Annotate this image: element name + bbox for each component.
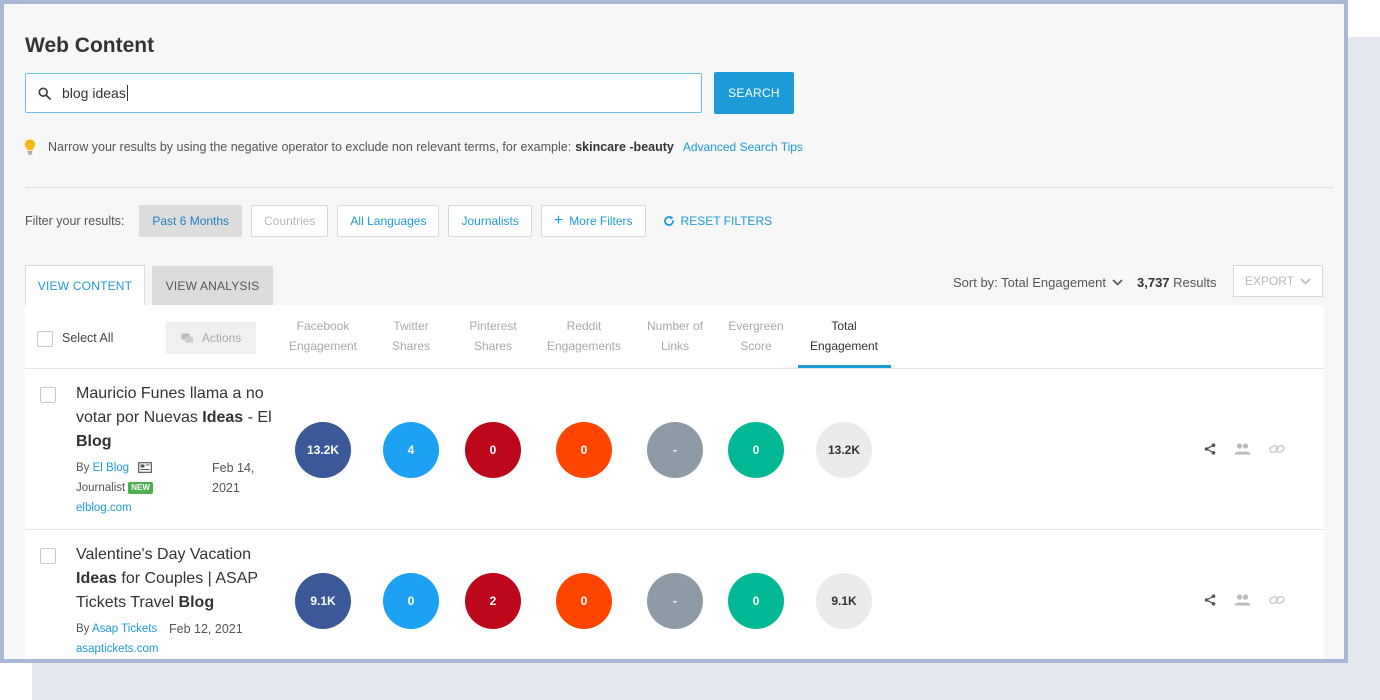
publish-date: Feb 14, 2021 xyxy=(212,461,255,495)
advanced-search-tips-link[interactable]: Advanced Search Tips xyxy=(683,140,803,154)
evergreen-score-value: 0 xyxy=(728,422,784,478)
sort-dropdown[interactable]: Sort by: Total Engagement xyxy=(953,275,1123,290)
row-actions xyxy=(1204,443,1303,455)
search-button[interactable]: SEARCH xyxy=(714,72,794,114)
total-engagement-value: 9.1K xyxy=(816,573,872,629)
column-number-of-links[interactable]: Number of Links xyxy=(631,316,719,356)
search-input-value[interactable]: blog ideas xyxy=(62,85,126,101)
actions-label: Actions xyxy=(201,331,242,345)
more-filters-button[interactable]: + More Filters xyxy=(540,205,646,237)
tip-text: Narrow your results by using the negativ… xyxy=(48,140,572,154)
author-type: Journalist xyxy=(76,482,126,494)
column-twitter-shares[interactable]: Twitter Shares xyxy=(367,316,455,356)
filter-bar: Filter your results: Past 6 Months Count… xyxy=(25,205,772,237)
select-all-label[interactable]: Select All xyxy=(62,331,113,345)
search-icon xyxy=(26,86,62,100)
people-icon[interactable] xyxy=(1234,443,1251,455)
column-total-engagement[interactable]: Total Engagement xyxy=(800,316,888,356)
chevron-down-icon xyxy=(1300,277,1311,285)
row-checkbox[interactable] xyxy=(40,548,56,564)
people-icon[interactable] xyxy=(1234,594,1251,606)
table-header: Select All Actions Facebook Engagement Tw… xyxy=(25,305,1324,369)
text-cursor xyxy=(126,85,128,101)
reset-filters-button[interactable]: RESET FILTERS xyxy=(663,214,773,228)
share-icon[interactable] xyxy=(1204,594,1216,606)
plus-icon: + xyxy=(553,212,564,229)
refresh-icon xyxy=(663,215,675,227)
web-content-panel: Web Content blog ideas SEARCH Narrow you… xyxy=(0,0,1348,663)
column-reddit-engagements[interactable]: Reddit Engagements xyxy=(534,316,634,356)
number-of-links-value: - xyxy=(647,422,703,478)
domain-link[interactable]: elblog.com xyxy=(76,502,132,514)
reddit-engagements-value: 0 xyxy=(556,422,612,478)
results-count: 3,737 Results xyxy=(1137,275,1217,290)
facebook-engagement-value: 9.1K xyxy=(295,573,351,629)
more-filters-label: More Filters xyxy=(569,214,633,228)
filter-all-languages[interactable]: All Languages xyxy=(337,205,440,237)
article-meta: By El Blog Journalist NEW elblog.com xyxy=(76,458,153,518)
tab-view-analysis[interactable]: VIEW ANALYSIS xyxy=(152,266,273,305)
row-checkbox[interactable] xyxy=(40,387,56,403)
results-label: Results xyxy=(1173,275,1217,290)
results-table: Select All Actions Facebook Engagement Tw… xyxy=(25,305,1324,659)
twitter-shares-value: 0 xyxy=(383,573,439,629)
number-of-links-value: - xyxy=(647,573,703,629)
export-button[interactable]: EXPORT xyxy=(1233,265,1323,297)
chevron-down-icon xyxy=(1112,279,1123,286)
tip-example: skincare -beauty xyxy=(575,140,674,154)
link-icon[interactable] xyxy=(1269,443,1285,455)
reset-filters-label: RESET FILTERS xyxy=(680,214,773,228)
sort-label: Sort by: Total Engagement xyxy=(953,275,1106,290)
actions-button[interactable]: Actions xyxy=(166,322,256,354)
filter-countries[interactable]: Countries xyxy=(251,205,329,237)
evergreen-score-value: 0 xyxy=(728,573,784,629)
row-actions xyxy=(1204,594,1303,606)
filter-label: Filter your results: xyxy=(25,214,125,228)
article-title-link[interactable]: Mauricio Funes llama a no votar por Nuev… xyxy=(76,382,276,454)
table-row: Valentine's Day Vacation Ideas for Coupl… xyxy=(25,531,1324,659)
article-meta: By Asap Tickets asaptickets.com xyxy=(76,623,159,655)
comments-icon xyxy=(181,333,194,344)
publish-date: Feb 12, 2021 xyxy=(169,622,243,636)
twitter-shares-value: 4 xyxy=(383,422,439,478)
article-title-link[interactable]: Valentine's Day Vacation Ideas for Coupl… xyxy=(76,543,276,615)
author-link[interactable]: El Blog xyxy=(93,462,129,474)
search-input[interactable]: blog ideas xyxy=(25,73,702,113)
facebook-engagement-value: 13.2K xyxy=(295,422,351,478)
export-label: EXPORT xyxy=(1244,274,1295,288)
pinterest-shares-value: 2 xyxy=(465,573,521,629)
reddit-engagements-value: 0 xyxy=(556,573,612,629)
divider xyxy=(25,187,1333,188)
results-number: 3,737 xyxy=(1137,275,1170,290)
page-title: Web Content xyxy=(25,34,155,57)
new-badge: NEW xyxy=(128,481,153,494)
share-icon[interactable] xyxy=(1204,443,1216,455)
column-pinterest-shares[interactable]: Pinterest Shares xyxy=(449,316,537,356)
author-link[interactable]: Asap Tickets xyxy=(92,623,157,635)
newspaper-icon xyxy=(138,462,153,474)
column-facebook-engagement[interactable]: Facebook Engagement xyxy=(279,316,367,356)
search-tip: Narrow your results by using the negativ… xyxy=(24,139,803,155)
column-evergreen-score[interactable]: Evergreen Score xyxy=(712,316,800,356)
lightbulb-icon xyxy=(24,139,38,155)
filter-past-6-months[interactable]: Past 6 Months xyxy=(139,205,243,237)
total-engagement-value: 13.2K xyxy=(816,422,872,478)
active-sort-indicator xyxy=(798,365,891,368)
domain-link[interactable]: asaptickets.com xyxy=(76,643,158,655)
select-all-checkbox[interactable] xyxy=(37,331,53,347)
table-row: Mauricio Funes llama a no votar por Nuev… xyxy=(25,370,1324,530)
tab-view-content[interactable]: VIEW CONTENT xyxy=(25,265,145,305)
link-icon[interactable] xyxy=(1269,594,1285,606)
pinterest-shares-value: 0 xyxy=(465,422,521,478)
filter-journalists[interactable]: Journalists xyxy=(448,205,532,237)
